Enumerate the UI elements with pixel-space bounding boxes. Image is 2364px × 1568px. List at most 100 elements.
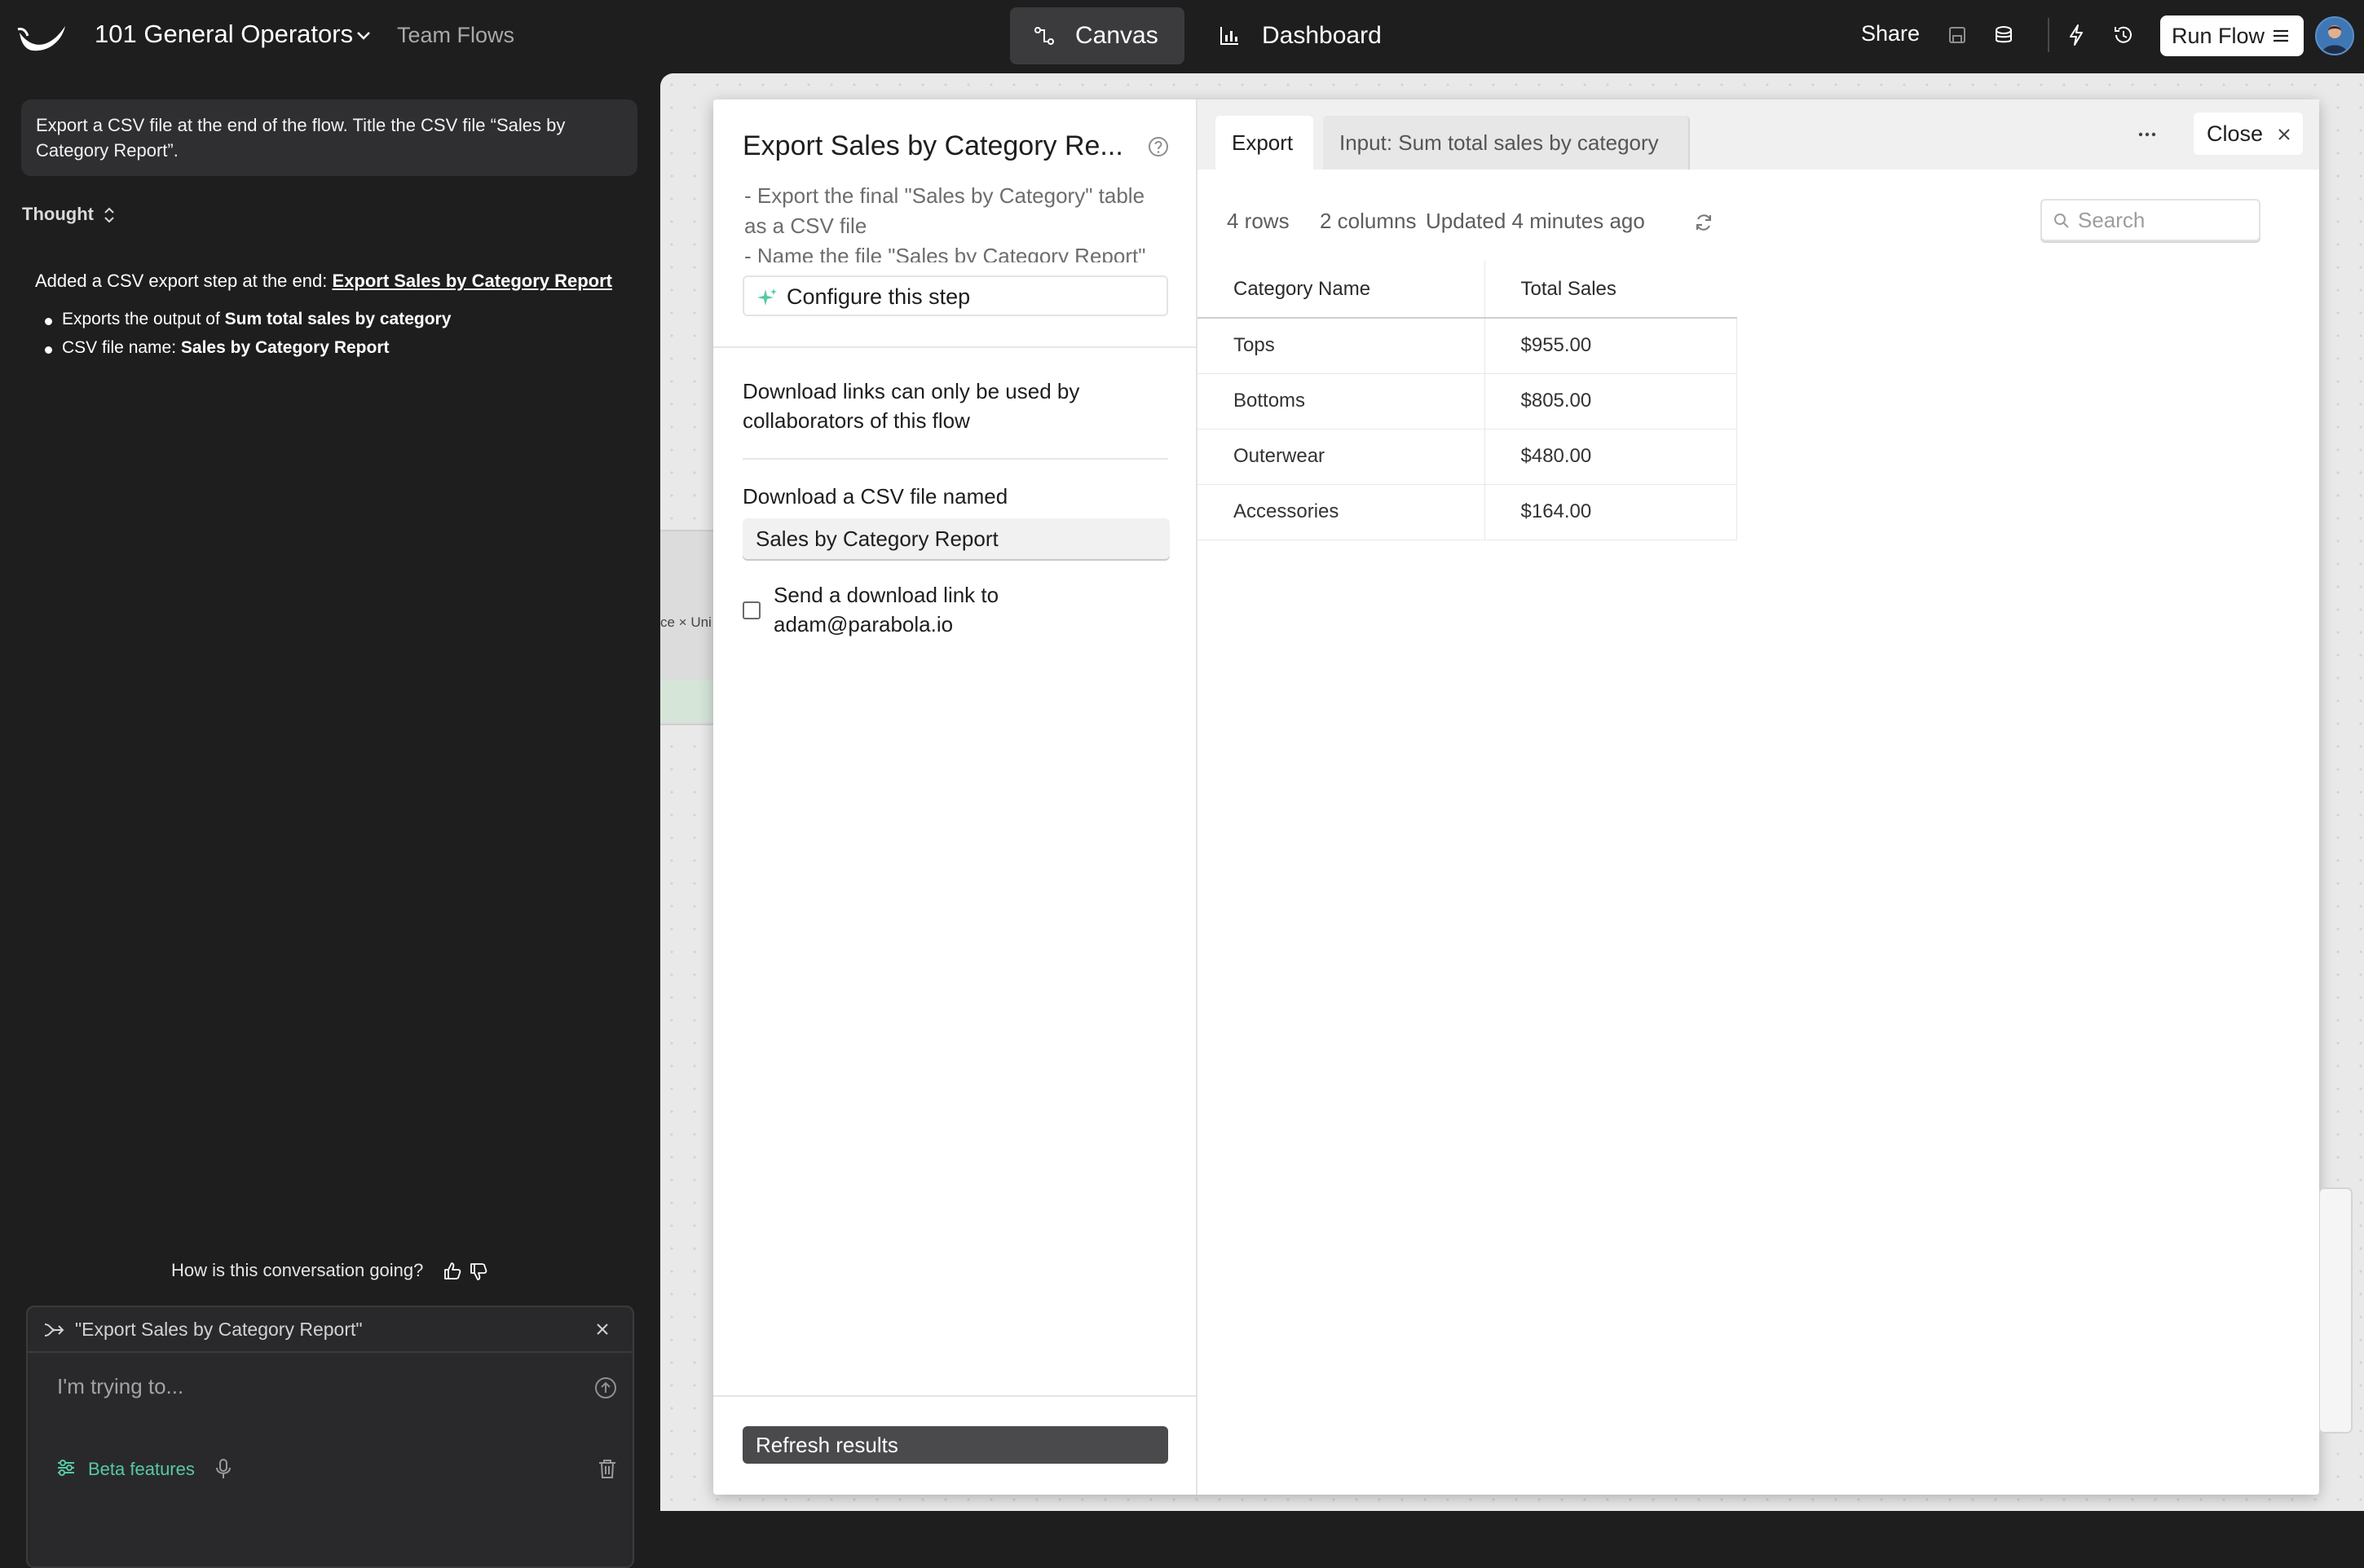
bullet-text: Exports the output of — [62, 310, 225, 328]
tab-canvas[interactable]: Canvas — [1010, 7, 1184, 64]
tab-canvas-label: Canvas — [1075, 22, 1158, 49]
avatar[interactable] — [2315, 16, 2354, 55]
canvas-node-label: ce × Uni — [660, 614, 712, 630]
step-description-line: - Export the final "Sales by Category" t… — [744, 183, 1145, 238]
search-input[interactable] — [2078, 208, 2249, 233]
close-label: Close — [2207, 121, 2264, 146]
refresh-icon[interactable] — [1693, 212, 1714, 233]
tab-dashboard-label: Dashboard — [1262, 22, 1382, 49]
table-header-row: Category Name Total Sales — [1197, 261, 1737, 319]
assistant-answer: Added a CSV export step at the end: Expo… — [35, 271, 612, 292]
list-item: CSV file name: Sales by Category Report — [42, 338, 451, 367]
column-header[interactable]: Total Sales — [1484, 261, 1737, 319]
toolbar-divider — [2048, 18, 2049, 52]
table-cell[interactable]: Tops — [1197, 318, 1484, 374]
tab-export-label: Export — [1232, 130, 1294, 155]
table-cell[interactable]: $480.00 — [1484, 429, 1737, 485]
run-flow-label: Run Flow — [2172, 24, 2265, 48]
divider — [743, 458, 1168, 460]
export-step-link[interactable]: Export Sales by Category Report — [332, 271, 612, 291]
trash-icon[interactable] — [597, 1457, 618, 1480]
chevron-up-down-icon[interactable] — [101, 206, 117, 224]
download-label: Download a CSV file named — [743, 484, 1008, 509]
assistant-panel: Export a CSV file at the end of the flow… — [0, 73, 660, 1568]
table-cell[interactable]: $955.00 — [1484, 318, 1737, 374]
refresh-results-label: Refresh results — [756, 1433, 898, 1457]
table-row: Outerwear $480.00 — [1197, 429, 1737, 485]
chat-composer: "Export Sales by Category Report" Beta f… — [26, 1306, 634, 1568]
flow-name[interactable]: 101 General Operators — [95, 20, 353, 49]
step-modal: Export Sales by Category Re... - Export … — [713, 99, 2319, 1495]
table-cell[interactable]: Accessories — [1197, 484, 1484, 540]
user-avatar-icon — [2317, 18, 2353, 54]
context-chip: "Export Sales by Category Report" — [28, 1307, 633, 1353]
run-flow-button[interactable]: Run Flow — [2160, 15, 2304, 56]
sparkle-icon — [757, 288, 777, 306]
answer-bullets: Exports the output of Sum total sales by… — [42, 310, 451, 367]
lightning-icon[interactable] — [2064, 23, 2088, 47]
close-button[interactable]: Close — [2194, 112, 2303, 155]
rows-count: 4 rows — [1227, 209, 1290, 233]
bullet-bold: Sales by Category Report — [180, 338, 390, 357]
canvas-edge-controls — [2319, 1187, 2353, 1434]
parabola-logo-icon[interactable] — [16, 21, 68, 54]
search-icon — [2054, 214, 2069, 228]
divider — [713, 1395, 1196, 1397]
canvas-node-highlight — [660, 680, 717, 722]
table-cell[interactable]: $164.00 — [1484, 484, 1737, 540]
thought-toggle[interactable]: Thought — [22, 204, 94, 225]
tab-input-label: Input: Sum total sales by category — [1339, 130, 1659, 155]
send-icon[interactable] — [593, 1376, 618, 1400]
more-options-icon[interactable] — [2135, 129, 2159, 140]
step-title[interactable]: Export Sales by Category Re... — [743, 130, 1134, 162]
table-cell[interactable]: $805.00 — [1484, 373, 1737, 429]
thumbs-down-icon[interactable] — [468, 1261, 489, 1282]
close-icon[interactable] — [594, 1321, 611, 1337]
beta-features-button[interactable]: Beta features — [88, 1459, 195, 1480]
columns-count: 2 columns — [1320, 209, 1417, 233]
flow-icon — [1034, 27, 1054, 45]
results-table: Category Name Total Sales Tops $955.00 B… — [1197, 261, 1737, 540]
send-link-label[interactable]: Send a download link to adam@parabola.io — [774, 580, 1100, 639]
team-flows-link[interactable]: Team Flows — [397, 23, 514, 48]
history-icon[interactable] — [2111, 23, 2136, 47]
table-row: Tops $955.00 — [1197, 318, 1737, 374]
thumbs-up-icon[interactable] — [442, 1261, 463, 1282]
table-cell[interactable]: Outerwear — [1197, 429, 1484, 485]
close-icon — [2278, 129, 2290, 140]
bullet-dot — [45, 318, 52, 325]
divider — [713, 346, 1196, 348]
column-header[interactable]: Category Name — [1197, 261, 1484, 319]
download-info-text: Download links can only be used by colla… — [743, 379, 1080, 433]
answer-text: Added a CSV export step at the end: — [35, 271, 333, 291]
search-field[interactable] — [2040, 199, 2260, 241]
chat-input[interactable] — [57, 1374, 562, 1399]
stack-icon[interactable] — [1991, 23, 2016, 47]
results-panel: Export Input: Sum total sales by categor… — [1197, 99, 2319, 1495]
send-link-checkbox[interactable] — [743, 601, 761, 619]
table-row: Accessories $164.00 — [1197, 484, 1737, 540]
save-icon[interactable] — [1945, 23, 1969, 47]
chevron-down-icon[interactable] — [352, 24, 375, 47]
bar-chart-icon — [1220, 27, 1238, 45]
configure-step-button[interactable]: Configure this step — [743, 275, 1168, 316]
table-row: Bottoms $805.00 — [1197, 373, 1737, 429]
context-chip-label: "Export Sales by Category Report" — [75, 1319, 363, 1340]
bullet-text: CSV file name: — [62, 338, 181, 357]
tab-dashboard[interactable]: Dashboard — [1215, 7, 1410, 64]
top-bar: 101 General Operators Team Flows Canvas … — [0, 0, 2364, 73]
sliders-icon[interactable] — [55, 1457, 77, 1478]
step-description: - Export the final "Sales by Category" t… — [744, 181, 1168, 262]
file-name-input[interactable] — [743, 518, 1170, 559]
bullet-bold: Sum total sales by category — [224, 310, 452, 328]
share-button[interactable]: Share — [1861, 21, 1920, 46]
microphone-icon[interactable] — [214, 1457, 233, 1480]
table-cell[interactable]: Bottoms — [1197, 373, 1484, 429]
bullet-dot — [45, 346, 52, 354]
help-icon[interactable] — [1147, 135, 1170, 158]
menu-icon — [2274, 29, 2288, 42]
step-settings-panel: Export Sales by Category Re... - Export … — [713, 99, 1197, 1495]
tab-export[interactable]: Export — [1215, 116, 1313, 170]
tab-input[interactable]: Input: Sum total sales by category — [1323, 116, 1690, 170]
refresh-results-button[interactable]: Refresh results — [743, 1426, 1168, 1464]
